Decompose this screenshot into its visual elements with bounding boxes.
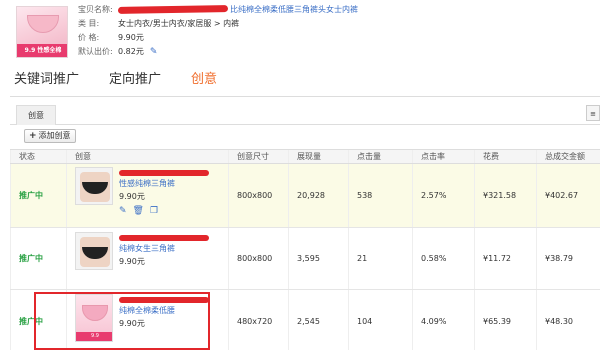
product-name[interactable]: 比纯棉全棉柔低腰三角裤头女士内裤	[117, 3, 358, 17]
add-creative-button[interactable]: + 添加创意	[24, 129, 76, 143]
creative-cell: 9.9 纯棉全棉柔低腰 9.90元	[75, 290, 228, 350]
underwear-image	[27, 15, 59, 33]
status-badge: 推广中	[19, 191, 43, 200]
edit-icon[interactable]: ✎	[119, 206, 127, 216]
ctr: 2.57%	[412, 163, 475, 228]
creative-table: 状态 创意 创意尺寸 展现量 点击量 点击率 花费 总成交金额 推广中 性感纯棉…	[10, 149, 600, 350]
underwear-image	[82, 305, 108, 321]
header-impressions[interactable]: 展现量	[288, 149, 349, 164]
creative-cell: 纯棉女生三角裤 9.90元	[75, 228, 228, 289]
creative-price: 9.90元	[119, 319, 145, 328]
cost: ¥11.72	[474, 227, 537, 290]
creative-thumbnail[interactable]: 9.9	[75, 294, 113, 342]
creative-title[interactable]: 性感纯棉三角裤	[119, 167, 229, 189]
creative-title[interactable]: 纯棉女生三角裤	[119, 232, 229, 254]
add-creative-label: 添加创意	[38, 131, 71, 140]
creative-cell: 性感纯棉三角裤 9.90元 ✎ 🗑 ❐	[75, 164, 228, 227]
price-label: 价 格:	[78, 33, 100, 42]
tab-keyword[interactable]: 关键词推广	[14, 68, 79, 87]
status-badge: 推广中	[19, 254, 43, 263]
table-row[interactable]: 推广中 性感纯棉三角裤 9.90元 ✎ 🗑 ❐ 800x800 20,928 5…	[10, 163, 600, 228]
creative-title[interactable]: 纯棉全棉柔低腰	[119, 294, 229, 316]
gmv: ¥38.79	[536, 227, 600, 290]
promotion-tabs: 关键词推广 定向推广 创意	[14, 68, 217, 87]
ctr: 4.09%	[412, 289, 475, 350]
cost: ¥65.39	[474, 289, 537, 350]
price-value: 9.90元	[118, 33, 144, 42]
impressions: 2,545	[288, 289, 349, 350]
table-header-row: 状态 创意 创意尺寸 展现量 点击量 点击率 花费 总成交金额	[10, 149, 600, 164]
header-creative[interactable]: 创意	[66, 149, 229, 164]
delete-icon[interactable]: 🗑	[133, 206, 144, 216]
product-thumbnail[interactable]: 9.9 性感全棉	[16, 6, 68, 58]
promo-tag: 9.9	[76, 332, 112, 341]
app-root: { "product": { "name_label": "宝贝名称:", "n…	[0, 0, 600, 350]
creative-thumbnail[interactable]	[75, 232, 113, 270]
header-ctr[interactable]: 点击率	[412, 149, 475, 164]
table-row[interactable]: 推广中 纯棉女生三角裤 9.90元 800x800 3,595 21 0.58%	[10, 227, 600, 290]
category-label: 类 目:	[78, 19, 100, 28]
creative-actions: ✎ 🗑 ❐	[119, 206, 158, 216]
redaction-mark	[119, 234, 209, 241]
name-label: 宝贝名称:	[78, 5, 113, 14]
creative-price: 9.90元	[119, 257, 145, 266]
panel-menu-button[interactable]: ≡	[586, 105, 600, 121]
redaction-mark	[117, 5, 229, 14]
panel-tab-creative[interactable]: 创意	[16, 105, 56, 125]
creative-size: 480x720	[228, 289, 289, 350]
header-gmv[interactable]: 总成交金额	[536, 149, 600, 164]
product-info: 宝贝名称: 比纯棉全棉柔低腰三角裤头女士内裤 类 目: 女士内衣/男士内衣/家居…	[78, 3, 578, 59]
status-badge: 推广中	[19, 317, 43, 326]
table-row[interactable]: 推广中 9.9 纯棉全棉柔低腰 9.90元 480x720 2,545 104 …	[10, 289, 600, 350]
tab-targeted[interactable]: 定向推广	[109, 68, 161, 87]
redaction-mark	[119, 296, 209, 303]
clicks: 21	[348, 227, 413, 290]
gmv: ¥48.30	[536, 289, 600, 350]
clicks: 538	[348, 163, 413, 228]
edit-pencil-icon[interactable]: ✎	[150, 45, 158, 59]
category-value: 女士内衣/男士内衣/家居服 > 内裤	[118, 19, 240, 28]
copy-icon[interactable]: ❐	[150, 206, 158, 216]
header-cost[interactable]: 花费	[474, 149, 537, 164]
impressions: 20,928	[288, 163, 349, 228]
default-bid-label: 默认出价:	[78, 47, 113, 56]
clicks: 104	[348, 289, 413, 350]
creative-thumbnail[interactable]	[75, 167, 113, 205]
plus-icon: +	[29, 131, 37, 141]
promo-label: 9.9 性感全棉	[17, 44, 67, 57]
panel-tabbar: 创意 ≡	[10, 103, 600, 125]
impressions: 3,595	[288, 227, 349, 290]
header-status[interactable]: 状态	[10, 149, 67, 164]
ctr: 0.58%	[412, 227, 475, 290]
header-clicks[interactable]: 点击量	[348, 149, 413, 164]
creative-size: 800x800	[228, 163, 289, 228]
redaction-mark	[119, 169, 209, 176]
creative-size: 800x800	[228, 227, 289, 290]
default-bid-value: 0.82元	[118, 47, 144, 56]
gmv: ¥402.67	[536, 163, 600, 228]
tab-creative[interactable]: 创意	[191, 68, 217, 87]
creative-price: 9.90元	[119, 192, 145, 201]
header-size[interactable]: 创意尺寸	[228, 149, 289, 164]
cost: ¥321.58	[474, 163, 537, 228]
